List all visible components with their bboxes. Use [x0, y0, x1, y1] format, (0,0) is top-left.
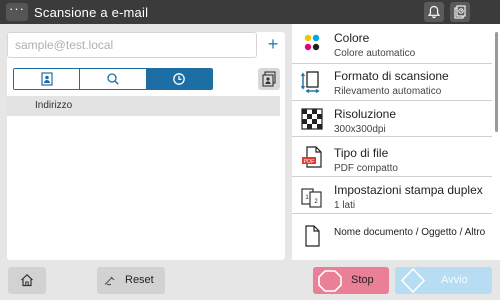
start-button[interactable]: Avvio [395, 267, 492, 294]
reset-button[interactable]: Reset [97, 267, 165, 294]
setting-label: Formato di scansione [334, 69, 449, 83]
scrollbar[interactable] [495, 32, 498, 132]
notification-button[interactable] [424, 2, 444, 22]
setting-label: Risoluzione [334, 107, 397, 121]
setting-value: Colore automatico [334, 48, 416, 59]
setting-file-type[interactable]: PDF Tipo di file PDF compatto [292, 137, 492, 177]
color-icon [304, 34, 320, 51]
reset-icon [104, 276, 115, 286]
setting-document-name[interactable]: Nome documento / Oggetto / Altro [292, 214, 492, 260]
tab-address-book[interactable] [14, 69, 81, 89]
bell-icon [427, 5, 441, 19]
address-detail-button[interactable] [258, 68, 280, 90]
clock-icon [173, 73, 186, 85]
menu-button[interactable]: ··· [6, 2, 28, 21]
page-title: Scansione a e-mail [34, 5, 149, 20]
tab-history[interactable] [146, 69, 212, 89]
document-icon [305, 225, 320, 247]
job-list-button[interactable] [450, 2, 470, 22]
start-icon [400, 267, 426, 294]
start-label: Avvio [441, 274, 468, 286]
setting-label: Nome documento / Oggetto / Altro [334, 227, 486, 238]
home-icon [21, 273, 33, 287]
scan-size-icon [301, 71, 320, 93]
setting-duplex[interactable]: 1 2 Impostazioni stampa duplex 1 lati [292, 177, 492, 214]
settings-list: Colore Colore automatico Formato di scan… [292, 24, 500, 260]
setting-value: 1 lati [334, 200, 356, 211]
stop-label: Stop [351, 274, 374, 286]
setting-label: Impostazioni stampa duplex [334, 183, 483, 197]
address-detail-icon [262, 71, 276, 87]
setting-scan-size[interactable]: Formato di scansione Rilevamento automat… [292, 64, 492, 101]
setting-label: Colore [334, 31, 370, 45]
resolution-icon [301, 108, 323, 130]
address-input[interactable] [7, 32, 257, 58]
address-panel: + Indirizz [7, 32, 285, 260]
address-tabs [13, 68, 213, 90]
setting-value: PDF compatto [334, 163, 398, 174]
add-address-button[interactable]: + [263, 35, 283, 55]
pdf-file-icon: PDF [302, 146, 322, 168]
reset-label: Reset [125, 274, 154, 286]
tab-search[interactable] [80, 69, 147, 89]
setting-label: Tipo di file [334, 146, 389, 160]
home-button[interactable] [8, 267, 46, 294]
job-list-icon [454, 5, 466, 19]
stop-button[interactable]: Stop [313, 267, 389, 294]
duplex-icon: 1 2 [301, 188, 322, 208]
top-bar: ··· Scansione a e-mail [0, 0, 500, 24]
setting-value: Rilevamento automatico [334, 86, 442, 97]
search-icon [107, 73, 119, 85]
svg-text:PDF: PDF [304, 159, 316, 165]
setting-value: 300x300dpi [334, 124, 386, 135]
stop-icon [318, 270, 342, 292]
column-header-address: Indirizzo [7, 96, 280, 116]
setting-color[interactable]: Colore Colore automatico [292, 24, 492, 64]
address-book-icon [41, 72, 53, 86]
setting-resolution[interactable]: Risoluzione 300x300dpi [292, 101, 492, 137]
bottom-bar: Reset Stop Avvio [0, 260, 500, 300]
